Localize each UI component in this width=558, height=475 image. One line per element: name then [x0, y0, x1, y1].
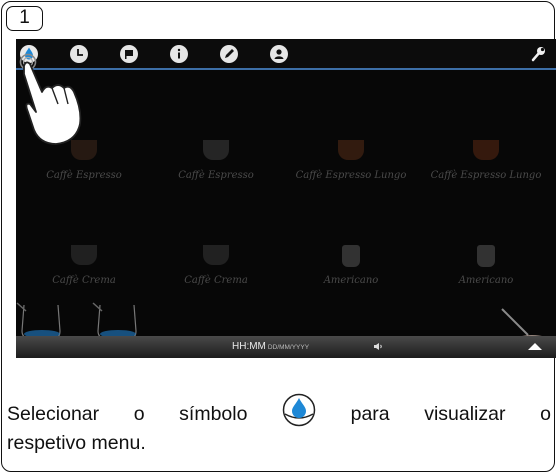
drink-label: Caffè Crema — [52, 275, 116, 286]
caption-word: símbolo — [179, 402, 248, 425]
caption-word: o — [540, 402, 551, 425]
milk-jug-icon — [92, 302, 137, 340]
drink-button[interactable]: Caffè Crema — [156, 239, 276, 309]
drink-button[interactable]: Caffè Espresso — [156, 134, 276, 204]
drink-label: Caffè Espresso Lungo — [295, 170, 407, 181]
datetime-display: HH:MM DD/MM/YYYY — [232, 341, 309, 352]
time-display: HH:MM — [232, 341, 266, 352]
caption-word: o — [133, 402, 145, 425]
drink-label: Americano — [458, 275, 514, 286]
caption-line-1: Selecionar o símbolo para visualizar o — [7, 393, 551, 431]
instruction-caption: Selecionar o símbolo para visualizar o r… — [7, 393, 552, 456]
step-number-badge: 1 — [6, 6, 43, 31]
drink-button[interactable]: Caffè Espresso Lungo — [426, 134, 546, 204]
caption-word: Selecionar — [7, 402, 100, 425]
pointing-hand-icon — [19, 53, 82, 145]
drink-button[interactable]: Americano — [291, 239, 411, 309]
cup-icon — [203, 245, 229, 265]
caption-word: para — [350, 402, 390, 425]
volume-icon[interactable] — [373, 342, 383, 351]
drink-label: Caffè Espresso — [46, 170, 122, 181]
water-drop-icon — [282, 393, 316, 427]
drink-label: Caffè Crema — [184, 275, 248, 286]
cup-icon — [473, 140, 499, 160]
caption-word: visualizar — [424, 402, 506, 425]
user-icon[interactable] — [270, 45, 288, 63]
pencil-icon[interactable] — [220, 45, 238, 63]
cup-icon — [71, 245, 97, 265]
drink-button[interactable]: Caffè Espresso Lungo — [291, 134, 411, 204]
drink-label: Caffè Espresso — [178, 170, 254, 181]
cup-icon — [338, 140, 364, 160]
glass-icon — [342, 245, 360, 267]
drink-button[interactable]: Americano — [426, 239, 546, 309]
info-icon[interactable] — [170, 45, 188, 63]
glass-icon — [477, 245, 495, 267]
flag-icon[interactable] — [120, 45, 138, 63]
caption-line-2: respetivo menu. — [7, 432, 146, 454]
wrench-icon[interactable] — [528, 45, 548, 63]
date-display: DD/MM/YYYY — [267, 344, 310, 351]
status-bar: HH:MM DD/MM/YYYY — [16, 336, 556, 358]
drink-label: Americano — [323, 275, 379, 286]
milk-jug-icon — [16, 302, 61, 340]
expand-up-icon[interactable] — [528, 343, 542, 350]
drink-button[interactable]: Caffè Crema — [24, 239, 144, 309]
drink-label: Caffè Espresso Lungo — [430, 170, 542, 181]
cup-icon — [203, 140, 229, 160]
